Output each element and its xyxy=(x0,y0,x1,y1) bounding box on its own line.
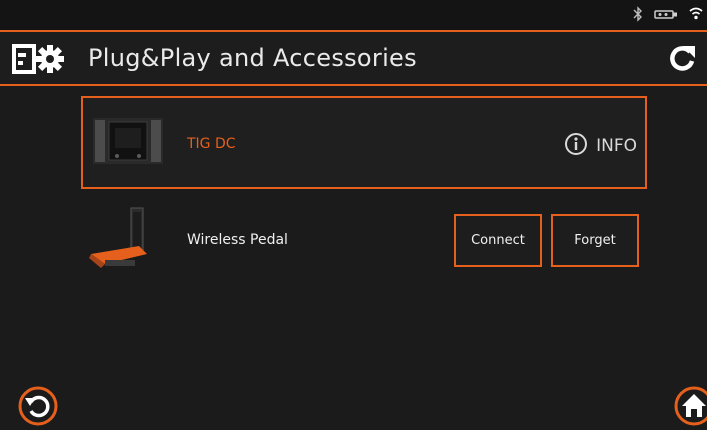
usb-icon xyxy=(653,6,679,26)
header: Plug&Play and Accessories xyxy=(0,30,707,86)
device-name-tig-dc: TIG DC xyxy=(187,136,236,152)
tig-dc-unit-icon xyxy=(93,114,163,173)
info-label: INFO xyxy=(596,136,637,156)
status-icons xyxy=(633,6,703,26)
forget-button[interactable]: Forget xyxy=(551,214,639,267)
screen: Plug&Play and Accessories TIG DC INFO Wi… xyxy=(0,0,707,430)
plug-settings-icon xyxy=(12,43,70,79)
undo-icon xyxy=(18,386,58,430)
back-button[interactable] xyxy=(18,386,58,430)
info-icon xyxy=(564,132,588,160)
device-item-tig-dc[interactable]: TIG DC INFO xyxy=(81,96,647,189)
bluetooth-icon xyxy=(633,6,643,26)
refresh-icon[interactable] xyxy=(667,43,697,79)
home-icon xyxy=(674,386,707,430)
status-bar xyxy=(0,0,707,30)
connect-button[interactable]: Connect xyxy=(454,214,542,267)
device-name-wireless-pedal: Wireless Pedal xyxy=(187,232,288,248)
page-title: Plug&Play and Accessories xyxy=(88,44,417,72)
device-item-wireless-pedal[interactable]: Wireless Pedal Connect Forget xyxy=(81,204,647,274)
info-button[interactable]: INFO xyxy=(564,132,637,160)
wifi-icon xyxy=(689,6,703,26)
wireless-pedal-icon xyxy=(87,206,157,280)
home-button[interactable] xyxy=(674,386,707,430)
